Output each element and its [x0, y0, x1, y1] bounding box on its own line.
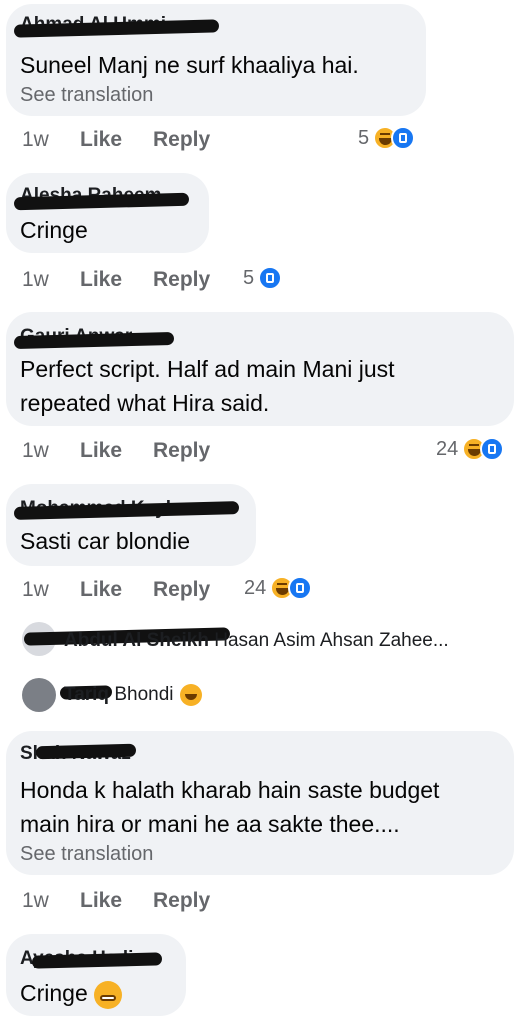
comment-bubble: Shah Nawaz Honda k halath kharab hain sa…: [6, 731, 514, 875]
like-button[interactable]: Like: [80, 439, 153, 463]
reaction-summary[interactable]: 24: [436, 437, 505, 461]
comment-text: Cringe: [20, 217, 88, 243]
reply-author[interactable]: Abdul Al Sheikh: [64, 630, 209, 651]
like-button[interactable]: Like: [80, 128, 153, 152]
comment-actions: 1w Like Reply: [22, 268, 210, 292]
comment-bubble: Ahmad Al Ummi Suneel Manj ne surf khaali…: [6, 4, 426, 116]
reply-preview[interactable]: Tariq Bhondi: [64, 684, 202, 706]
comment-time: 1w: [22, 889, 49, 912]
reply-button[interactable]: Reply: [153, 268, 210, 292]
comment-time: 1w: [22, 128, 49, 151]
comment-actions: 1w Like Reply: [22, 889, 210, 913]
reaction-summary[interactable]: 24: [244, 576, 313, 600]
reply-button[interactable]: Reply: [153, 578, 210, 602]
comment-text-value: Cringe: [20, 980, 88, 1006]
reply-text: Bhondi: [109, 684, 174, 706]
rofl-emoji-icon: [179, 684, 202, 706]
comment-bubble: Gauri Anwar Perfect script. Half ad main…: [6, 312, 514, 426]
comment-time: 1w: [22, 439, 49, 462]
reply-button[interactable]: Reply: [153, 439, 210, 463]
reply-preview[interactable]: Abdul Al Sheikh Hasan Asim Ahsan Zahee..…: [64, 630, 449, 652]
like-reaction-icon: [480, 437, 505, 461]
reaction-summary[interactable]: 5: [358, 126, 416, 150]
reply-author[interactable]: Tariq: [64, 684, 109, 705]
reply-button[interactable]: Reply: [153, 889, 210, 913]
reply-button[interactable]: Reply: [153, 128, 210, 152]
comment-bubble: Ayesha Hadia Cringe: [6, 934, 186, 1016]
comment-actions: 1w Like Reply: [22, 578, 210, 602]
see-translation-link[interactable]: See translation: [20, 843, 153, 866]
comment-bubble: Alesha Raheem Cringe: [6, 173, 209, 253]
comment-bubble: Mohammed Kayhan Sasti car blondie: [6, 484, 256, 566]
comment-text: Honda k halath kharab hain saste budget: [20, 777, 440, 803]
redaction-scribble: [13, 331, 175, 350]
reaction-count: 5: [358, 126, 370, 149]
see-translation-link[interactable]: See translation: [20, 84, 153, 107]
reply-text: Hasan Asim Ahsan Zahee...: [208, 630, 449, 651]
comment-text: main hira or mani he aa sakte thee....: [20, 811, 400, 837]
redaction-scribble: [35, 743, 137, 760]
reaction-count: 5: [243, 266, 255, 289]
like-reaction-icon: [391, 126, 416, 150]
reaction-count: 24: [436, 437, 459, 460]
like-button[interactable]: Like: [80, 268, 153, 292]
comment-actions: 1w Like Reply: [22, 439, 210, 463]
comment-text: repeated what Hira said.: [20, 390, 270, 416]
reaction-summary[interactable]: 5: [243, 266, 283, 290]
avatar[interactable]: [22, 678, 56, 712]
like-button[interactable]: Like: [80, 578, 153, 602]
grimace-emoji-icon: [93, 980, 122, 1009]
comment-time: 1w: [22, 268, 49, 291]
like-reaction-icon: [288, 576, 313, 600]
comment-time: 1w: [22, 578, 49, 601]
like-button[interactable]: Like: [80, 889, 153, 913]
comment-text: Suneel Manj ne surf khaaliya hai.: [20, 52, 359, 78]
comment-text: Cringe: [20, 976, 122, 1010]
reaction-count: 24: [244, 576, 267, 599]
comment-text: Perfect script. Half ad main Mani just: [20, 356, 395, 382]
comment-text: Sasti car blondie: [20, 528, 191, 554]
comment-actions: 1w Like Reply: [22, 128, 210, 152]
like-reaction-icon: [258, 266, 283, 290]
